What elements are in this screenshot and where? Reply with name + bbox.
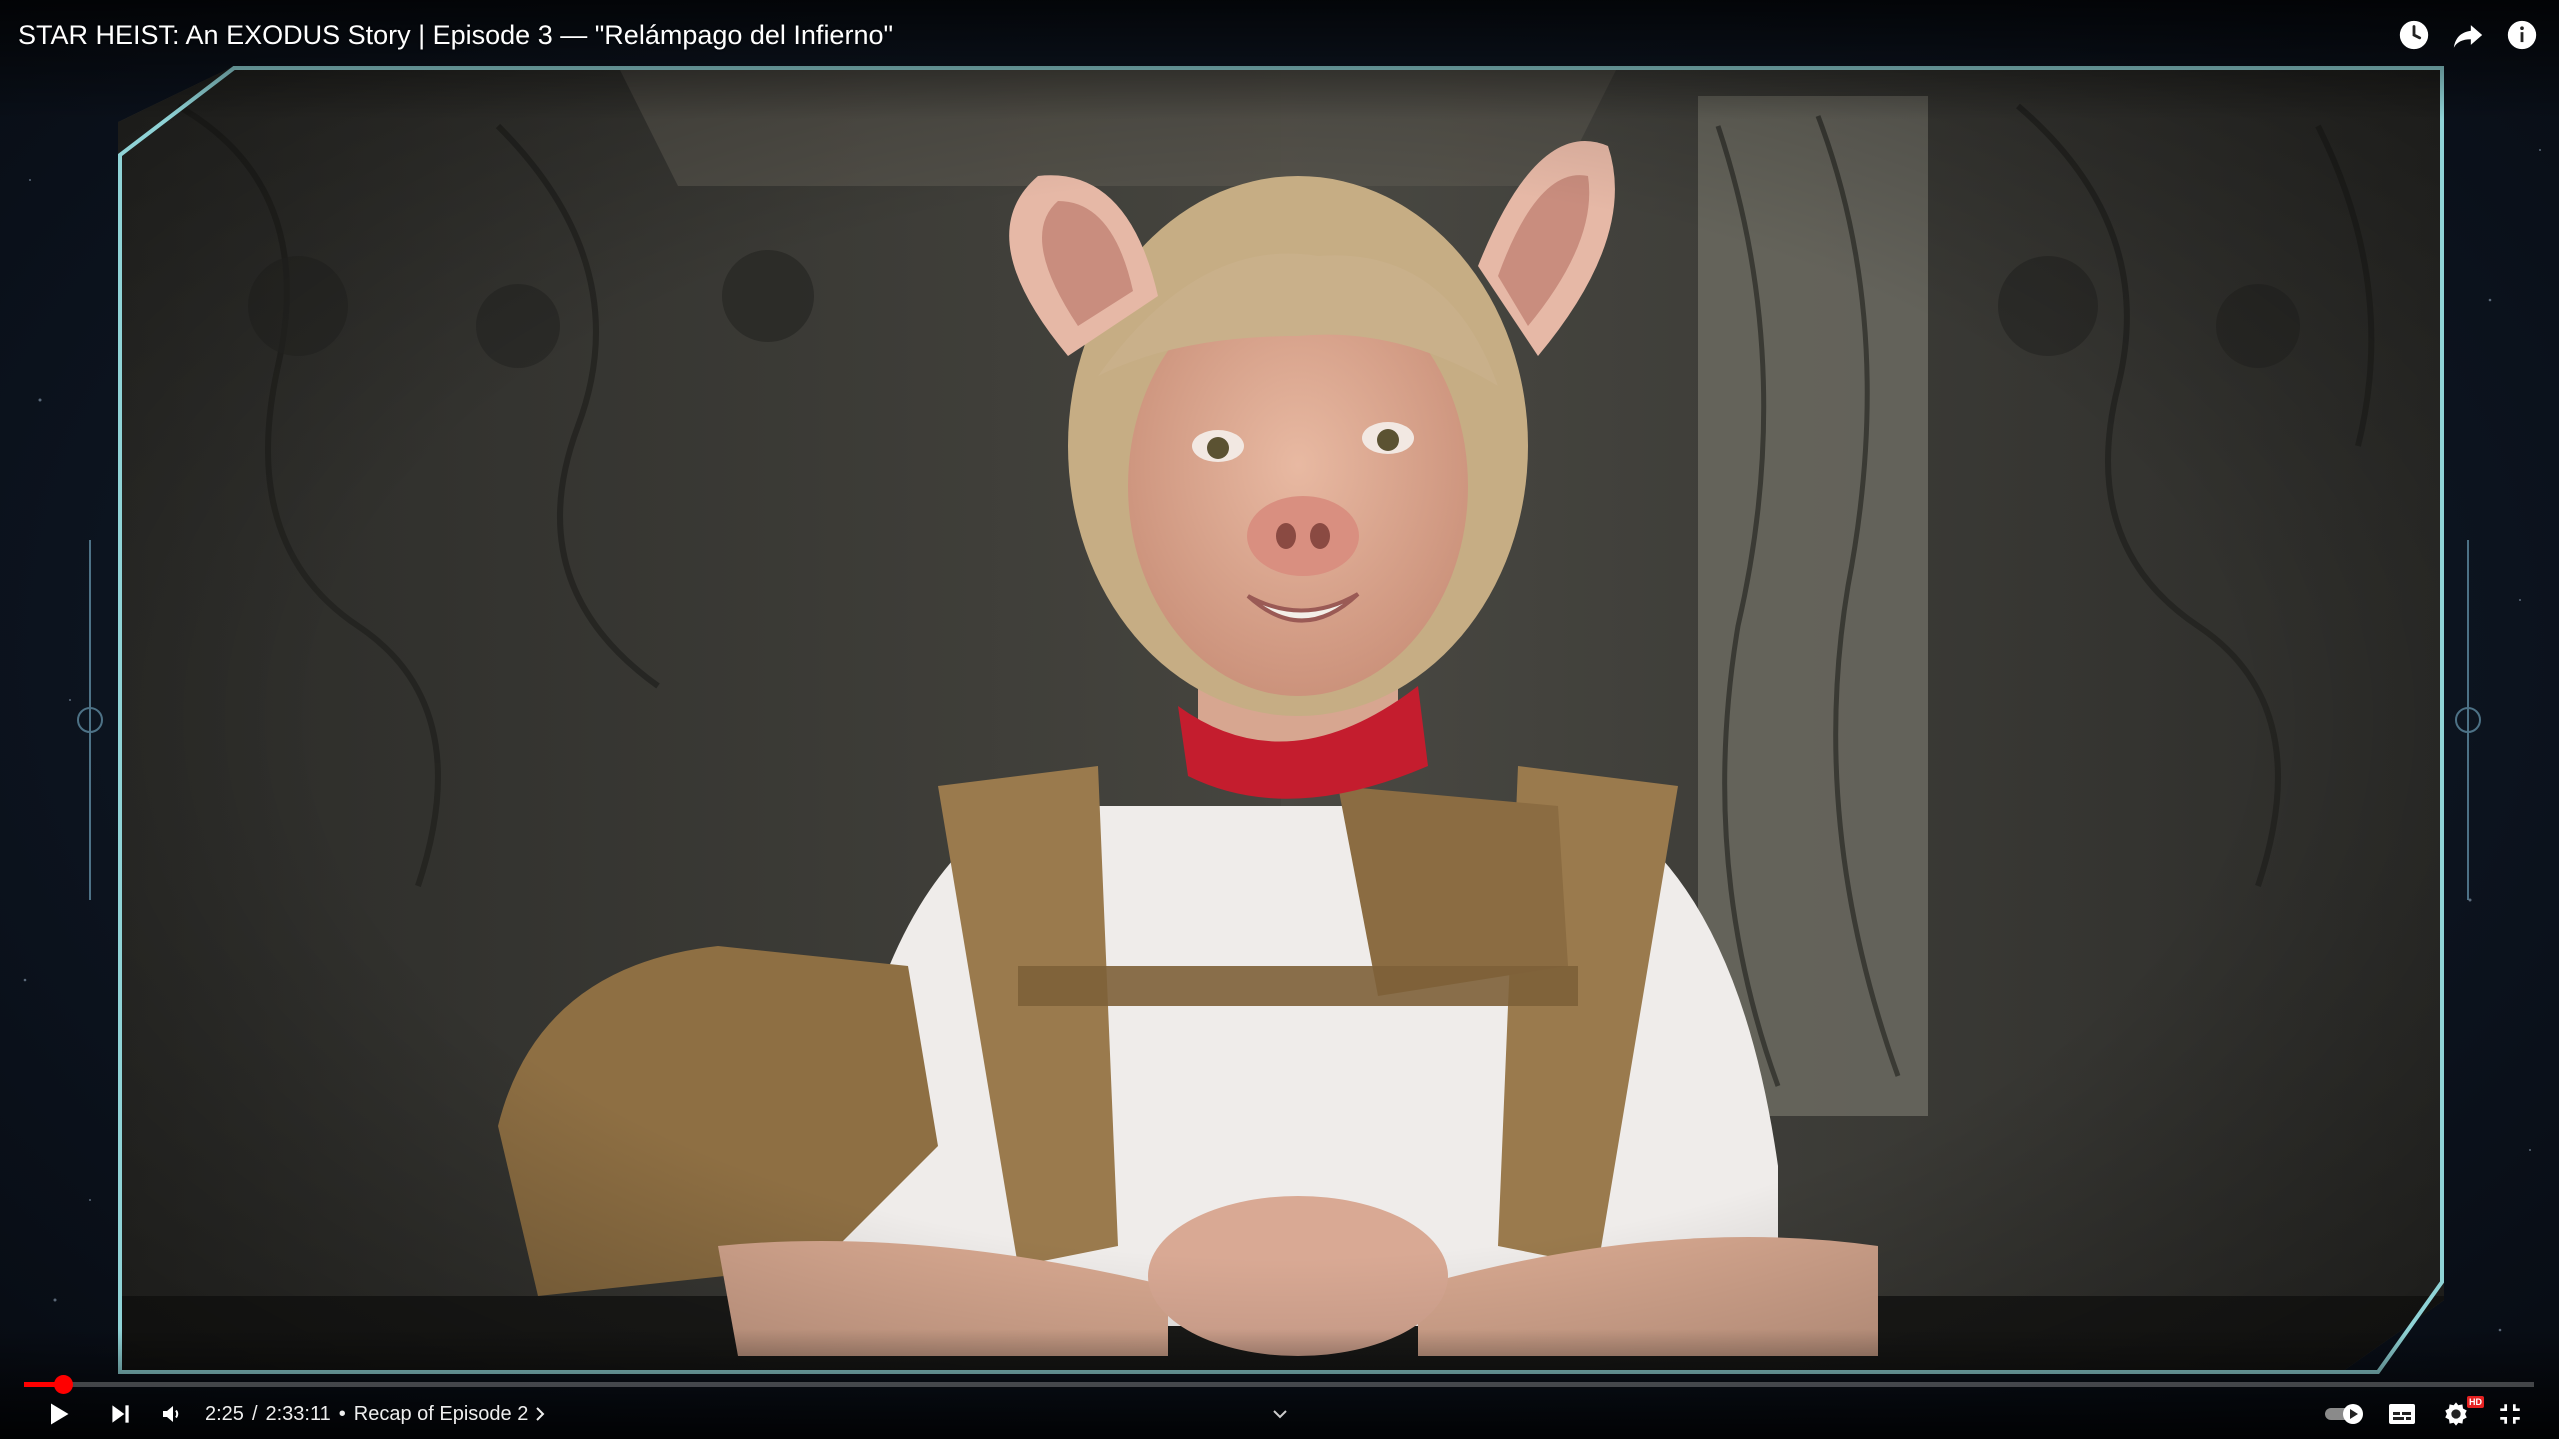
info-button[interactable] bbox=[2503, 16, 2541, 54]
current-time: 2:25 bbox=[205, 1402, 244, 1425]
player-controls: 2:25 / 2:33:11 • Recap of Episode 2 HD bbox=[0, 1392, 2559, 1436]
top-action-bar bbox=[2395, 16, 2541, 54]
chevron-right-icon bbox=[536, 1407, 545, 1421]
time-separator: / bbox=[251, 1402, 258, 1425]
expand-description-button[interactable] bbox=[1260, 1392, 1300, 1436]
settings-button[interactable]: HD bbox=[2434, 1392, 2484, 1436]
hd-badge: HD bbox=[2467, 1396, 2484, 1408]
share-button[interactable] bbox=[2449, 16, 2487, 54]
next-icon bbox=[112, 1405, 129, 1423]
exit-fullscreen-button[interactable] bbox=[2488, 1392, 2532, 1436]
share-arrow-icon bbox=[2453, 25, 2483, 48]
duration: 2:33:11 bbox=[265, 1402, 331, 1425]
autoplay-toggle[interactable] bbox=[2320, 1392, 2370, 1436]
clock-icon bbox=[2399, 20, 2429, 50]
watch-later-button[interactable] bbox=[2395, 16, 2433, 54]
play-icon bbox=[51, 1403, 69, 1425]
hud-frame bbox=[77, 66, 2481, 1374]
mute-button[interactable] bbox=[150, 1392, 194, 1436]
chapter-separator: • bbox=[338, 1402, 346, 1425]
time-and-chapter: 2:25 / 2:33:11 • Recap of Episode 2 bbox=[205, 1392, 546, 1436]
subtitles-button[interactable] bbox=[2380, 1392, 2424, 1436]
play-button[interactable] bbox=[36, 1392, 80, 1436]
chapter-title: Recap of Episode 2 bbox=[353, 1402, 529, 1425]
video-title[interactable]: STAR HEIST: An EXODUS Story | Episode 3 … bbox=[18, 18, 893, 52]
exit-fullscreen-icon bbox=[2500, 1404, 2520, 1424]
info-icon bbox=[2507, 20, 2537, 50]
next-video-button[interactable] bbox=[98, 1392, 142, 1436]
autoplay-toggle-icon bbox=[2325, 1404, 2363, 1424]
chevron-down-icon bbox=[1273, 1410, 1287, 1419]
volume-icon bbox=[163, 1406, 179, 1422]
subtitles-icon bbox=[2389, 1404, 2415, 1424]
video-player[interactable]: STAR HEIST: An EXODUS Story | Episode 3 … bbox=[0, 0, 2559, 1439]
progress-bar[interactable] bbox=[24, 1375, 2534, 1394]
settings-gear-icon bbox=[2445, 1402, 2467, 1426]
chapter-title-button[interactable]: Recap of Episode 2 bbox=[354, 1403, 547, 1426]
